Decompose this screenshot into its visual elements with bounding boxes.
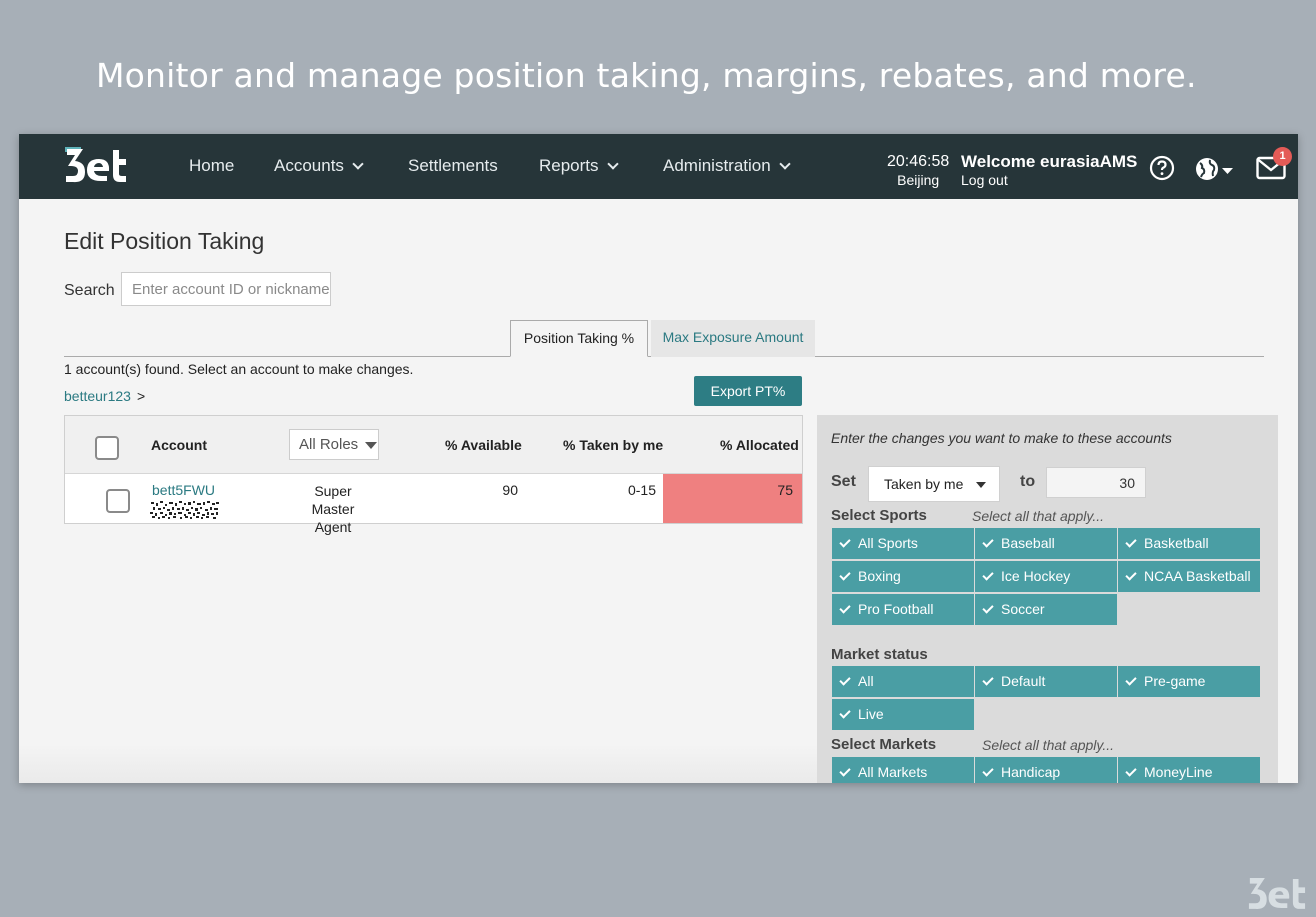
check-icon	[1125, 568, 1137, 581]
corner-watermark-logo	[1248, 878, 1306, 909]
check-icon	[839, 706, 851, 719]
account-link[interactable]: bett5FWU	[152, 482, 215, 498]
select-markets-title: Select Markets	[831, 736, 937, 753]
header-account: Account	[151, 437, 207, 453]
set-label: Set	[831, 473, 856, 490]
search-label: Search	[64, 282, 115, 299]
set-field-value: Taken by me	[884, 476, 964, 492]
sport-chip-ice-hockey[interactable]: Ice Hockey	[975, 561, 1117, 592]
select-sports-hint: Select all that apply...	[972, 508, 1105, 524]
sport-chip-basketball[interactable]: Basketball	[1118, 528, 1260, 559]
clock: 20:46:58 Beijing	[887, 152, 949, 190]
account-taken: 0-15	[627, 482, 656, 498]
select-sports-title: Select Sports	[831, 507, 927, 524]
globe-icon[interactable]	[1194, 156, 1234, 182]
panel-hint: Enter the changes you want to make to th…	[831, 430, 1172, 446]
set-field-select[interactable]: Taken by me	[868, 466, 1000, 502]
market-chip-moneyline[interactable]: MoneyLine	[1118, 757, 1260, 783]
tab-position-taking[interactable]: Position Taking %	[510, 320, 648, 357]
sport-chip-boxing[interactable]: Boxing	[832, 561, 974, 592]
check-icon	[982, 673, 994, 686]
status-chip-live[interactable]: Live	[832, 699, 974, 730]
logout-link[interactable]: Log out	[961, 172, 1008, 188]
market-chip-handicap[interactable]: Handicap	[975, 757, 1117, 783]
nav-administration[interactable]: Administration	[663, 156, 791, 176]
check-icon	[982, 601, 994, 614]
check-icon	[1125, 673, 1137, 686]
to-value-input[interactable]	[1046, 467, 1146, 498]
check-icon	[982, 764, 994, 777]
table-header: Account All Roles % Available % Taken by…	[65, 416, 802, 474]
top-nav: Home Accounts Settlements Reports Admini…	[19, 134, 1298, 199]
tab-max-exposure[interactable]: Max Exposure Amount	[651, 320, 815, 357]
sport-chip-ncaa-basketball[interactable]: NCAA Basketball	[1118, 561, 1260, 592]
breadcrumb-separator: >	[137, 388, 146, 404]
header-available: % Available	[445, 437, 522, 453]
select-all-checkbox[interactable]	[95, 436, 119, 460]
check-icon	[839, 535, 851, 548]
sport-chip-pro-football[interactable]: Pro Football	[832, 594, 974, 625]
account-role: Super Master Agent	[295, 482, 371, 536]
nav-settlements[interactable]: Settlements	[408, 156, 498, 176]
check-icon	[982, 535, 994, 548]
account-role-line1: Super Master	[311, 483, 355, 517]
search-input[interactable]	[121, 272, 331, 306]
check-icon	[839, 764, 851, 777]
check-icon	[839, 673, 851, 686]
dropdown-caret-icon	[976, 482, 986, 488]
export-pt-button[interactable]: Export PT%	[694, 376, 802, 406]
account-allocated: 75	[777, 482, 793, 498]
status-chip-default[interactable]: Default	[975, 666, 1117, 697]
clock-time: 20:46:58	[887, 153, 950, 170]
roles-filter-value: All Roles	[299, 436, 359, 453]
bottom-fade	[19, 744, 817, 783]
welcome-text: Welcome eurasiaAMS	[961, 152, 1138, 171]
header-allocated: % Allocated	[720, 437, 799, 453]
results-count: 1 account(s) found. Select an account to…	[64, 361, 414, 377]
chevron-down-icon	[606, 157, 619, 170]
check-icon	[982, 568, 994, 581]
select-markets-hint: Select all that apply...	[982, 737, 1115, 753]
row-checkbox[interactable]	[106, 489, 130, 513]
nav-reports[interactable]: Reports	[539, 156, 619, 176]
status-chip-all[interactable]: All	[832, 666, 974, 697]
roles-filter-select[interactable]: All Roles	[289, 429, 379, 460]
breadcrumb-link[interactable]: betteur123	[64, 388, 131, 404]
account-qr-image	[150, 501, 220, 519]
check-icon	[839, 568, 851, 581]
sport-chip-all-sports[interactable]: All Sports	[832, 528, 974, 559]
header-taken: % Taken by me	[563, 437, 664, 453]
status-chip-pre-game[interactable]: Pre-game	[1118, 666, 1260, 697]
accounts-table: Account All Roles % Available % Taken by…	[64, 415, 803, 535]
market-status-title: Market status	[831, 646, 928, 663]
sport-chip-soccer[interactable]: Soccer	[975, 594, 1117, 625]
notification-badge: 1	[1273, 147, 1292, 166]
nav-accounts[interactable]: Accounts	[274, 156, 364, 176]
edit-panel: Enter the changes you want to make to th…	[817, 415, 1278, 783]
clock-city: Beijing	[897, 172, 940, 188]
check-icon	[1125, 764, 1137, 777]
help-icon[interactable]	[1149, 155, 1175, 181]
headline: Monitor and manage position taking, marg…	[96, 56, 1197, 95]
app-window: Home Accounts Settlements Reports Admini…	[19, 134, 1298, 783]
sport-chip-baseball[interactable]: Baseball	[975, 528, 1117, 559]
chevron-down-icon	[352, 157, 364, 170]
dropdown-caret-icon	[365, 442, 377, 449]
market-chip-all-markets[interactable]: All Markets	[832, 757, 974, 783]
brand-logo[interactable]	[65, 147, 127, 183]
nav-home[interactable]: Home	[189, 156, 234, 176]
account-role-line2: Agent	[314, 519, 352, 535]
page-title: Edit Position Taking	[64, 228, 265, 254]
account-available: 90	[502, 482, 518, 498]
check-icon	[839, 601, 851, 614]
chevron-down-icon	[779, 157, 791, 170]
to-label: to	[1020, 473, 1036, 490]
check-icon	[1125, 535, 1137, 548]
